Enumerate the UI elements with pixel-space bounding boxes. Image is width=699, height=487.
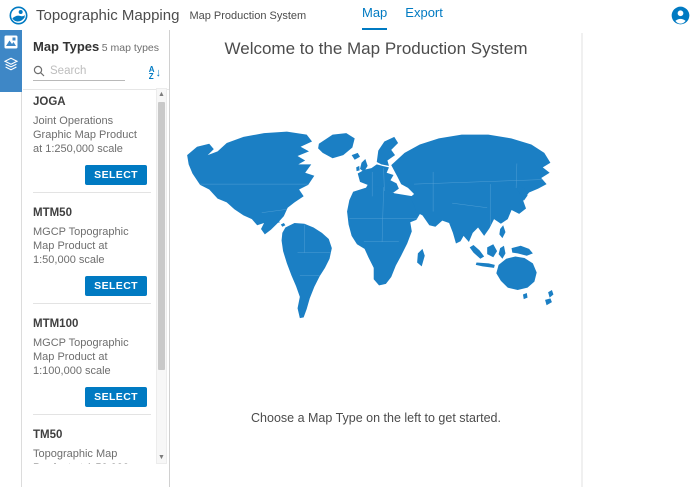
list-item-mtm50: MTM50 MGCP Topographic Map Product at 1:… (23, 199, 157, 310)
list-item-joga: JOGA Joint Operations Graphic Map Produc… (23, 88, 157, 199)
map-type-description: MGCP Topographic Map Product at 1:100,00… (33, 336, 145, 378)
sort-az-icon[interactable]: AZ↓ (149, 66, 161, 80)
tool-rail (0, 30, 22, 487)
map-type-name: MTM100 (33, 316, 151, 330)
select-button-mtm50[interactable]: SELECT (85, 276, 147, 296)
world-map (183, 127, 569, 325)
map-type-list: JOGA Joint Operations Graphic Map Produc… (23, 88, 157, 464)
tab-map[interactable]: Map (362, 0, 387, 30)
scroll-down-icon[interactable]: ▼ (157, 454, 166, 461)
app-title: Topographic Mapping (36, 7, 179, 24)
tab-export[interactable]: Export (405, 0, 443, 30)
scroll-up-icon[interactable]: ▲ (157, 91, 166, 98)
select-button-mtm100[interactable]: SELECT (85, 387, 147, 407)
search-box[interactable] (33, 65, 125, 81)
list-item-mtm100: MTM100 MGCP Topographic Map Product at 1… (23, 310, 157, 421)
world-map-graphic (183, 127, 569, 325)
tool-rail-active-group (0, 30, 22, 92)
search-row: AZ↓ (23, 58, 169, 84)
search-input[interactable] (50, 65, 120, 77)
search-icon (33, 65, 45, 77)
map-type-description: Joint Operations Graphic Map Product at … (33, 114, 145, 156)
select-button-joga[interactable]: SELECT (85, 165, 147, 185)
app-header: Topographic Mapping Map Production Syste… (0, 0, 699, 30)
list-item-tm50: TM50 Topographic Map Product at 1:50,000… (23, 421, 157, 464)
app-subtitle: Map Production System (189, 10, 306, 22)
map-type-name: TM50 (33, 427, 151, 441)
map-type-name: JOGA (33, 94, 151, 108)
main-area: Welcome to the Map Production System (171, 30, 699, 487)
user-avatar-icon[interactable] (671, 6, 690, 25)
map-type-description: Topographic Map Product at 1:50,000 scal… (33, 447, 145, 464)
content-divider (581, 33, 583, 487)
scrollbar-thumb[interactable] (158, 102, 165, 370)
instruction-text: Choose a Map Type on the left to get sta… (171, 411, 581, 425)
top-nav: Map Export (362, 0, 443, 30)
layers-icon[interactable] (4, 57, 18, 71)
map-types-panel-icon[interactable] (4, 35, 18, 49)
app-logo-globe-icon (9, 6, 28, 25)
map-type-name: MTM50 (33, 205, 151, 219)
list-scrollbar[interactable]: ▲ ▼ (156, 88, 167, 464)
map-type-count: 5 map types (102, 42, 159, 54)
panel-title: Map Types (33, 39, 99, 54)
map-type-description: MGCP Topographic Map Product at 1:50,000… (33, 225, 145, 267)
welcome-title: Welcome to the Map Production System (171, 39, 581, 59)
map-types-panel: Map Types 5 map types AZ↓ JOGA Joint Ope… (23, 30, 170, 487)
